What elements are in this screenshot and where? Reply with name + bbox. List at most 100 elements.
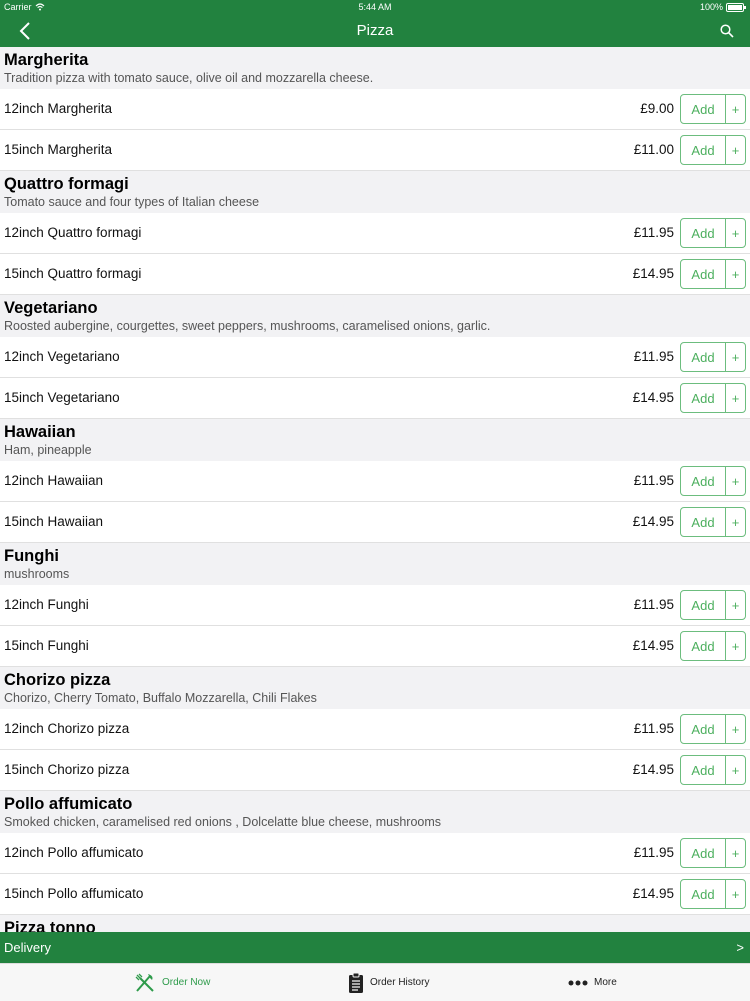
add-to-order-button[interactable]: Add + bbox=[680, 838, 746, 868]
add-button-label: Add bbox=[691, 514, 715, 530]
add-button-label: Add bbox=[691, 101, 715, 117]
add-button-label: Add bbox=[691, 473, 715, 489]
status-bar: Carrier 5:44 AM 100% bbox=[0, 0, 750, 14]
item-price: £14.95 bbox=[632, 514, 674, 529]
section-description: Tradition pizza with tomato sauce, olive… bbox=[4, 71, 374, 85]
item-name: 15inch Margherita bbox=[4, 142, 113, 157]
menu-item-row: 15inch Pollo affumicato £14.95 Add + bbox=[0, 874, 750, 915]
menu-list[interactable]: Margherita Tradition pizza with tomato sa… bbox=[0, 47, 750, 932]
section-description: Smoked chicken, caramelised red onions ,… bbox=[4, 815, 442, 829]
tab-bar: Order Now Order History More bbox=[0, 963, 750, 1001]
add-button-label: Add bbox=[691, 142, 715, 158]
add-to-order-button[interactable]: Add + bbox=[680, 259, 746, 289]
menu-item-row: 12inch Quattro formagi £11.95 Add + bbox=[0, 213, 750, 254]
status-time: 5:44 AM bbox=[358, 2, 392, 12]
item-name: 12inch Vegetariano bbox=[4, 349, 120, 364]
add-to-order-button[interactable]: Add + bbox=[680, 631, 746, 661]
add-to-order-button[interactable]: Add + bbox=[680, 135, 746, 165]
item-name: 15inch Chorizo pizza bbox=[4, 762, 130, 777]
add-button-label: Add bbox=[691, 638, 715, 654]
battery-icon bbox=[726, 2, 746, 12]
add-to-order-button[interactable]: Add + bbox=[680, 218, 746, 248]
page-title: Pizza bbox=[356, 22, 394, 39]
add-to-order-button[interactable]: Add + bbox=[680, 507, 746, 537]
menu-item-row: 12inch Vegetariano £11.95 Add + bbox=[0, 337, 750, 378]
delivery-label: Delivery bbox=[4, 940, 51, 955]
section-title: Margherita bbox=[4, 51, 89, 69]
plus-icon: + bbox=[731, 101, 740, 117]
menu-item-row: 12inch Chorizo pizza £11.95 Add + bbox=[0, 709, 750, 750]
section-description: Chorizo, Cherry Tomato, Buffalo Mozzarel… bbox=[4, 691, 317, 705]
item-name: 12inch Hawaiian bbox=[4, 473, 104, 488]
tab-more[interactable]: More bbox=[568, 964, 617, 1001]
item-name: 15inch Quattro formagi bbox=[4, 266, 142, 281]
add-button-label: Add bbox=[691, 762, 715, 778]
plus-icon: + bbox=[731, 886, 740, 902]
plus-icon: + bbox=[731, 762, 740, 778]
add-button-label: Add bbox=[691, 886, 715, 902]
section-description: Ham, pineapple bbox=[4, 443, 92, 457]
section-title: Hawaiian bbox=[4, 423, 76, 441]
item-price: £11.95 bbox=[633, 845, 674, 860]
plus-icon: + bbox=[731, 473, 740, 489]
item-price: £11.00 bbox=[633, 142, 674, 157]
section-title: Pollo affumicato bbox=[4, 795, 133, 813]
plus-icon: + bbox=[731, 721, 740, 737]
add-to-order-button[interactable]: Add + bbox=[680, 755, 746, 785]
fork-knife-icon bbox=[135, 973, 154, 992]
item-price: £11.95 bbox=[633, 349, 674, 364]
section-title: Pizza tonno bbox=[4, 919, 96, 932]
add-to-order-button[interactable]: Add + bbox=[680, 714, 746, 744]
more-dots-icon bbox=[568, 980, 588, 985]
delivery-arrow-icon: > bbox=[736, 940, 744, 955]
item-price: £14.95 bbox=[632, 266, 674, 281]
plus-icon: + bbox=[731, 266, 740, 282]
section-header: Chorizo pizza Chorizo, Cherry Tomato, Buf… bbox=[0, 667, 750, 709]
item-name: 12inch Quattro formagi bbox=[4, 225, 142, 240]
search-icon bbox=[720, 24, 734, 38]
section-header: Pollo affumicato Smoked chicken, carameli… bbox=[0, 791, 750, 833]
section-title: Chorizo pizza bbox=[4, 671, 111, 689]
add-to-order-button[interactable]: Add + bbox=[680, 383, 746, 413]
add-to-order-button[interactable]: Add + bbox=[680, 879, 746, 909]
tab-order-history[interactable]: Order History bbox=[348, 964, 429, 1001]
add-button-label: Add bbox=[691, 390, 715, 406]
section-title: Quattro formagi bbox=[4, 175, 129, 193]
item-price: £14.95 bbox=[632, 390, 674, 405]
menu-item-row: 15inch Margherita £11.00 Add + bbox=[0, 130, 750, 171]
plus-icon: + bbox=[731, 390, 740, 406]
item-price: £9.00 bbox=[640, 101, 674, 116]
add-button-label: Add bbox=[691, 721, 715, 737]
add-button-label: Add bbox=[691, 349, 715, 365]
tab-order-history-label: Order History bbox=[370, 977, 430, 988]
add-to-order-button[interactable]: Add + bbox=[680, 590, 746, 620]
add-to-order-button[interactable]: Add + bbox=[680, 466, 746, 496]
add-button-label: Add bbox=[691, 266, 715, 282]
menu-item-row: 15inch Vegetariano £14.95 Add + bbox=[0, 378, 750, 419]
item-price: £14.95 bbox=[632, 886, 674, 901]
section-header: Hawaiian Ham, pineapple bbox=[0, 419, 750, 461]
section-header: Pizza tonno bbox=[0, 915, 750, 932]
item-price: £14.95 bbox=[632, 638, 674, 653]
tab-order-now[interactable]: Order Now bbox=[134, 964, 210, 1001]
plus-icon: + bbox=[731, 349, 740, 365]
menu-item-row: 15inch Quattro formagi £14.95 Add + bbox=[0, 254, 750, 295]
section-title: Funghi bbox=[4, 547, 59, 565]
add-to-order-button[interactable]: Add + bbox=[680, 342, 746, 372]
plus-icon: + bbox=[731, 638, 740, 654]
section-header: Vegetariano Roosted aubergine, courgettes… bbox=[0, 295, 750, 337]
section-header: Quattro formagi Tomato sauce and four typ… bbox=[0, 171, 750, 213]
add-button-label: Add bbox=[691, 845, 715, 861]
menu-item-row: 12inch Funghi £11.95 Add + bbox=[0, 585, 750, 626]
menu-item-row: 15inch Hawaiian £14.95 Add + bbox=[0, 502, 750, 543]
battery-percent: 100% bbox=[699, 2, 723, 12]
menu-item-row: 12inch Hawaiian £11.95 Add + bbox=[0, 461, 750, 502]
add-to-order-button[interactable]: Add + bbox=[680, 94, 746, 124]
plus-icon: + bbox=[731, 845, 740, 861]
section-header: Margherita Tradition pizza with tomato sa… bbox=[0, 47, 750, 89]
item-name: 12inch Margherita bbox=[4, 101, 113, 116]
add-button-label: Add bbox=[691, 597, 715, 613]
search-button[interactable] bbox=[716, 20, 738, 42]
delivery-bar[interactable]: Delivery > bbox=[0, 932, 750, 963]
navigation-bar: Pizza bbox=[0, 14, 750, 47]
